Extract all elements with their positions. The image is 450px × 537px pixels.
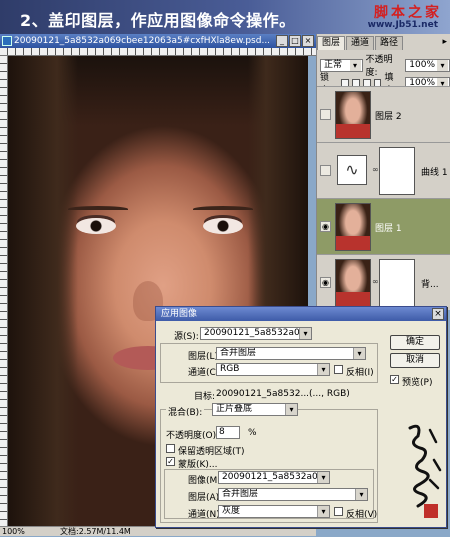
source-select[interactable]: 20090121_5a8532a069... (200, 327, 312, 340)
site-logo: 脚本之家 (374, 5, 442, 21)
ok-button[interactable]: 确定 (390, 335, 440, 350)
visibility-toggle[interactable] (320, 165, 331, 176)
layer-row[interactable]: ◉ 图层 1 (317, 198, 450, 254)
banner-title: 2、盖印图层，作应用图像命令操作。 (20, 11, 296, 30)
dialog-close-button[interactable]: × (432, 308, 444, 320)
preserve-transparency-checkbox[interactable] (166, 444, 175, 453)
layer-row[interactable]: ◉ ∞ 背... (317, 254, 450, 310)
layer-thumbnail (335, 91, 371, 139)
target-value: 20090121_5a8532...(..., RGB) (216, 389, 350, 399)
layer-row[interactable]: ∿ ∞ 曲线 1 (317, 142, 450, 198)
target-label: 目标: (194, 392, 216, 402)
close-button[interactable]: × (302, 35, 314, 47)
document-title: 20090121_5a8532a069cbee12063a5#cxfHXla8e… (14, 36, 271, 46)
layer-mask-thumbnail[interactable] (379, 147, 415, 195)
eye-icon[interactable]: ◉ (320, 277, 331, 288)
panel-tabs: 图层 通道 路径 (317, 36, 404, 50)
left-eyebrow (68, 206, 128, 212)
site-url: www.Jb51.net (367, 20, 438, 30)
mask-invert-label: 反相(V) (346, 510, 378, 520)
seal-stamp (424, 504, 438, 518)
layer-select[interactable]: 合并图层 (216, 347, 366, 360)
tab-paths[interactable]: 路径 (375, 36, 404, 50)
right-eye (203, 218, 243, 234)
document-title-bar[interactable]: 20090121_5a8532a069cbee12063a5#cxfHXla8e… (0, 34, 316, 48)
mask-image-select[interactable]: 20090121_5a8532a069... (218, 471, 330, 484)
mask-invert-checkbox[interactable] (334, 507, 343, 516)
dialog-title: 应用图像 (161, 309, 198, 319)
mask-layer-select[interactable]: 合并图层 (218, 488, 368, 501)
layer-list: 图层 2 ∿ ∞ 曲线 1 ◉ 图层 1 ◉ ∞ 背... (317, 86, 450, 310)
invert-checkbox[interactable] (334, 365, 343, 374)
preview-checkbox[interactable]: ✓ (390, 375, 399, 384)
layer-mask-thumbnail[interactable] (379, 259, 415, 307)
horizontal-ruler (0, 48, 316, 56)
signature-graphic (408, 424, 442, 518)
blending-select[interactable]: 正片叠底 (212, 403, 298, 416)
layer-row[interactable]: 图层 2 (317, 86, 450, 142)
tab-channels[interactable]: 通道 (346, 36, 375, 50)
photoshop-document-icon (2, 36, 12, 46)
tutorial-banner: 2、盖印图层，作应用图像命令操作。 脚本之家 www.Jb51.net (0, 0, 450, 34)
layer-thumbnail (335, 259, 371, 307)
invert-label: 反相(I) (346, 368, 374, 378)
hair-left (8, 56, 78, 526)
cancel-button[interactable]: 取消 (390, 353, 440, 368)
mask-checkbox[interactable]: ✓ (166, 457, 175, 466)
layer-thumbnail (335, 203, 371, 251)
layer-name[interactable]: 图层 2 (375, 109, 402, 122)
visibility-toggle[interactable] (320, 109, 331, 120)
dialog-title-bar[interactable]: 应用图像 × (156, 307, 446, 321)
minimize-button[interactable]: _ (276, 35, 288, 47)
channel-select[interactable]: RGB (216, 363, 330, 376)
opacity-input[interactable]: 8 (216, 426, 240, 439)
link-icon: ∞ (372, 165, 379, 174)
source-label: 源(S): (174, 332, 199, 342)
opacity-label: 不透明度(O): (166, 431, 220, 441)
preserve-transparency-label: 保留透明区域(T) (178, 447, 245, 457)
blending-label: 混合(B): (166, 405, 205, 418)
layer-name[interactable]: 曲线 1 (421, 165, 448, 178)
vertical-ruler (0, 56, 8, 526)
layer-name[interactable]: 背... (421, 277, 439, 290)
right-eyebrow (193, 206, 253, 212)
opacity-unit: % (248, 428, 257, 438)
layer-name[interactable]: 图层 1 (375, 221, 402, 234)
eye-icon[interactable]: ◉ (320, 221, 331, 232)
layers-panel: 图层 通道 路径 ▸ 正常 不透明度: 100% 锁定: 填充: 100% 图层… (316, 34, 450, 310)
curves-adjustment-icon: ∿ (337, 155, 367, 185)
left-eye (76, 218, 116, 234)
mask-channel-select[interactable]: 灰度 (218, 505, 330, 518)
preview-label: 预览(P) (402, 378, 433, 388)
link-icon: ∞ (372, 277, 379, 286)
maximize-button[interactable]: □ (289, 35, 301, 47)
tab-layers[interactable]: 图层 (317, 36, 346, 50)
panel-menu-icon[interactable]: ▸ (442, 37, 447, 47)
